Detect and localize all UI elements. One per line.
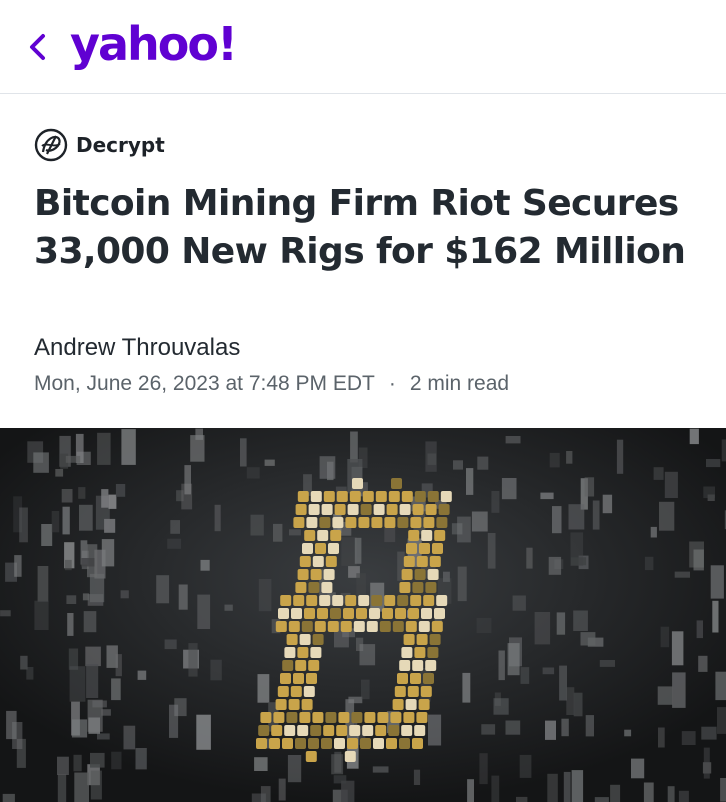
publisher-name: Decrypt [76,133,165,157]
publish-date: Mon, June 26, 2023 at 7:48 PM EDT [34,372,375,395]
top-bar: yahoo! [0,0,726,94]
back-button[interactable] [22,28,54,66]
read-time: 2 min read [409,372,510,395]
article-headline: Bitcoin Mining Firm Riot Secures 33,000 … [34,183,686,272]
article-meta: Mon, June 26, 2023 at 7:48 PM EDT · 2 mi… [34,372,509,396]
author-name[interactable]: Andrew Throuvalas [34,334,240,362]
bitcoin-symbol-image [0,428,726,802]
chevron-left-icon [30,34,45,60]
yahoo-logo[interactable]: yahoo! [70,14,238,74]
meta-separator: · [388,372,396,395]
hero-image[interactable] [0,428,726,802]
decrypt-logo-icon [34,128,68,162]
publisher-info[interactable]: Decrypt [34,128,165,162]
